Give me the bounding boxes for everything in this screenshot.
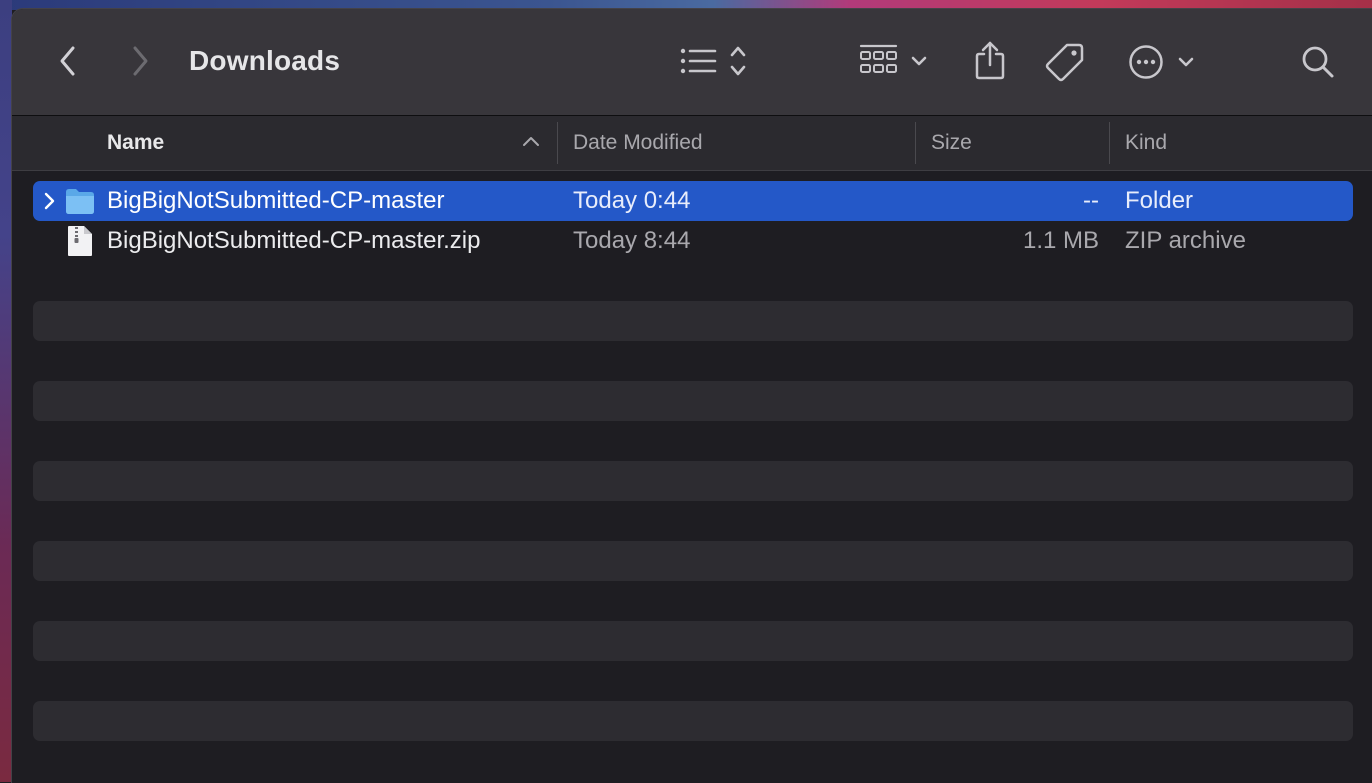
column-header-name[interactable]: Name [107, 116, 164, 170]
ellipsis-circle-icon [1129, 45, 1194, 79]
disclosure-triangle-icon[interactable] [43, 192, 55, 210]
view-options-button[interactable] [678, 43, 752, 79]
forward-button[interactable] [124, 43, 156, 79]
column-divider[interactable] [915, 122, 916, 164]
group-button[interactable] [858, 43, 932, 79]
tag-icon [1045, 43, 1084, 82]
file-size: 1.1 MB [1022, 227, 1099, 254]
finder-window: Downloads Name Date Modified Size Kind B… [11, 8, 1372, 783]
search-icon [1302, 46, 1334, 78]
tag-button[interactable] [1044, 41, 1086, 83]
column-header-size[interactable]: Size [931, 116, 972, 170]
zip-file-icon [68, 226, 92, 256]
search-button[interactable] [1300, 43, 1336, 81]
chevron-left-icon [60, 46, 75, 76]
empty-row [33, 301, 1353, 341]
share-button[interactable] [970, 39, 1010, 83]
icon-grid-icon [859, 44, 927, 73]
empty-row [33, 461, 1353, 501]
back-button[interactable] [52, 43, 84, 79]
more-actions-button[interactable] [1128, 43, 1198, 81]
file-date-modified: Today 8:44 [573, 227, 691, 254]
file-name: BigBigNotSubmitted-CP-master [107, 187, 445, 214]
toolbar: Downloads [12, 9, 1372, 116]
sort-ascending-icon [523, 137, 539, 146]
file-kind: ZIP archive [1125, 227, 1246, 254]
column-header-date-modified[interactable]: Date Modified [573, 116, 703, 170]
empty-row [33, 541, 1353, 581]
file-kind: Folder [1125, 187, 1194, 214]
file-date-modified: Today 0:44 [573, 187, 691, 214]
list-view-icon [680, 46, 746, 76]
file-row-folder[interactable]: BigBigNotSubmitted-CP-master Today 0:44 … [33, 181, 1353, 221]
file-name: BigBigNotSubmitted-CP-master.zip [107, 227, 481, 254]
empty-row [33, 701, 1353, 741]
file-size: -- [1083, 187, 1099, 214]
file-row-zip[interactable]: BigBigNotSubmitted-CP-master.zip Today 8… [33, 221, 1353, 261]
empty-row [33, 621, 1353, 661]
column-divider[interactable] [557, 122, 558, 164]
window-title: Downloads [189, 45, 341, 76]
column-header-kind[interactable]: Kind [1125, 116, 1167, 170]
column-divider[interactable] [1109, 122, 1110, 164]
folder-icon [66, 189, 94, 214]
chevron-right-icon [133, 46, 148, 76]
column-header: Name Date Modified Size Kind [12, 116, 1372, 171]
share-icon [975, 41, 1005, 80]
empty-row [33, 381, 1353, 421]
